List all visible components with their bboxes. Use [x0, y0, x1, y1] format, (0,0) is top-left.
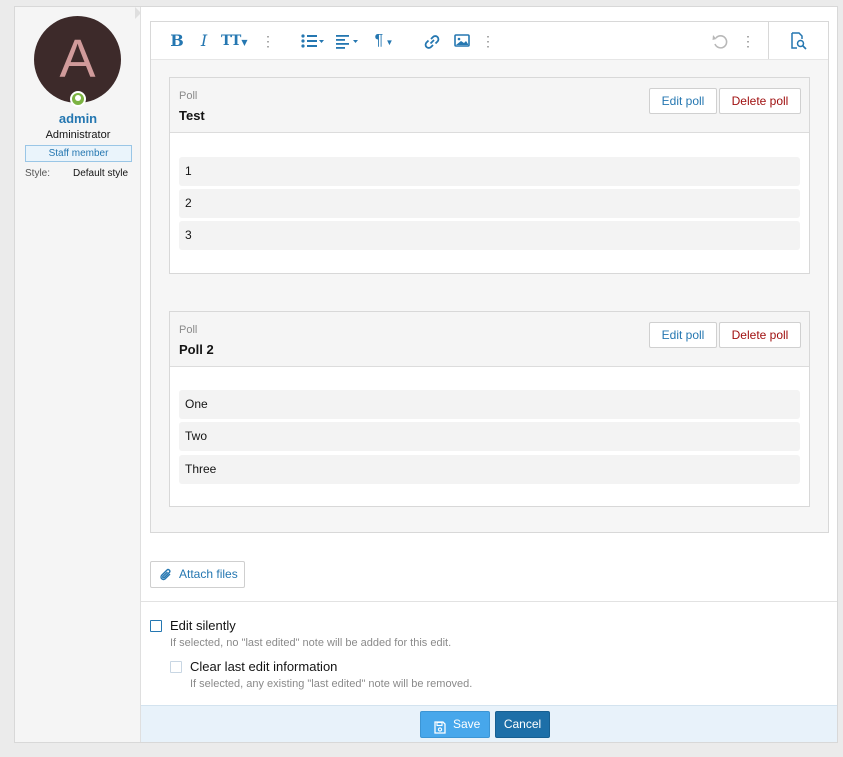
- edit-silently-hint: If selected, no "last edited" note will …: [170, 637, 452, 649]
- poll-title: Test: [179, 108, 205, 123]
- attach-files-button[interactable]: Attach files: [150, 561, 245, 588]
- form-footer: Save Cancel: [141, 705, 837, 742]
- undo-icon[interactable]: [711, 31, 729, 51]
- editor-toolbar: B I TT▼ ⋮ ¶ ▼ ⋮ ⋮: [151, 22, 828, 60]
- poll-kind-label: Poll: [179, 324, 198, 336]
- more-text-icon[interactable]: ⋮: [261, 31, 275, 51]
- preview-toggle[interactable]: [768, 22, 828, 59]
- staff-badge: Staff member: [25, 145, 132, 162]
- save-button[interactable]: Save: [420, 711, 490, 738]
- poll-option: 2: [179, 189, 800, 218]
- text-size-glyph: TT: [221, 33, 242, 49]
- preview-icon: [788, 31, 808, 51]
- paragraph-glyph: ¶: [374, 32, 384, 49]
- clear-edit-info-checkbox[interactable]: [170, 661, 182, 673]
- paperclip-icon: [159, 567, 173, 592]
- image-icon[interactable]: [453, 31, 471, 51]
- user-pane: A admin Administrator Staff member Style…: [15, 7, 141, 742]
- rich-text-editor[interactable]: B I TT▼ ⋮ ¶ ▼ ⋮ ⋮ Poll Test Edit poll De…: [150, 21, 829, 533]
- more-insert-icon[interactable]: ⋮: [481, 31, 495, 51]
- poll-block: Poll Poll 2 Edit poll Delete poll One Tw…: [169, 311, 810, 507]
- bold-icon[interactable]: B: [169, 31, 185, 51]
- poll-option: 1: [179, 157, 800, 186]
- delete-poll-button[interactable]: Delete poll: [719, 322, 801, 348]
- poll-title: Poll 2: [179, 342, 214, 357]
- clear-edit-info-label[interactable]: Clear last edit information: [190, 659, 337, 674]
- delete-poll-button[interactable]: Delete poll: [719, 88, 801, 114]
- edit-options: Edit silently If selected, no "last edit…: [141, 601, 837, 705]
- pane-arrow: [135, 7, 141, 19]
- attach-files-label: Attach files: [179, 567, 238, 581]
- style-label: Style:: [25, 168, 51, 179]
- poll-header: Poll Poll 2 Edit poll Delete poll: [170, 312, 809, 367]
- poll-option: Three: [179, 455, 800, 484]
- avatar[interactable]: A: [34, 16, 121, 103]
- paragraph-icon[interactable]: ¶ ▼: [370, 31, 398, 51]
- edit-silently-checkbox[interactable]: [150, 620, 162, 632]
- edit-poll-button[interactable]: Edit poll: [649, 322, 717, 348]
- style-value: Default style: [73, 168, 129, 179]
- poll-kind-label: Poll: [179, 90, 198, 102]
- clear-edit-info-hint: If selected, any existing "last edited" …: [190, 678, 473, 690]
- list-icon[interactable]: [300, 31, 326, 51]
- cancel-button[interactable]: Cancel: [495, 711, 550, 738]
- save-icon: [434, 718, 446, 743]
- poll-option: Two: [179, 422, 800, 451]
- poll-header: Poll Test Edit poll Delete poll: [170, 78, 809, 133]
- more-options-icon[interactable]: ⋮: [741, 31, 755, 51]
- online-status-icon: [70, 91, 86, 107]
- link-icon[interactable]: [423, 31, 441, 51]
- italic-icon[interactable]: I: [197, 31, 211, 51]
- align-icon[interactable]: [335, 31, 361, 51]
- poll-option: 3: [179, 221, 800, 250]
- poll-option: One: [179, 390, 800, 419]
- text-size-icon[interactable]: TT▼: [221, 31, 248, 51]
- save-label: Save: [453, 717, 481, 731]
- poll-block: Poll Test Edit poll Delete poll 1 2 3: [169, 77, 810, 274]
- edit-poll-button[interactable]: Edit poll: [649, 88, 717, 114]
- message-card: A admin Administrator Staff member Style…: [14, 6, 838, 743]
- username-link[interactable]: admin: [15, 111, 141, 126]
- edit-silently-label[interactable]: Edit silently: [170, 618, 236, 633]
- user-title: Administrator: [45, 129, 111, 141]
